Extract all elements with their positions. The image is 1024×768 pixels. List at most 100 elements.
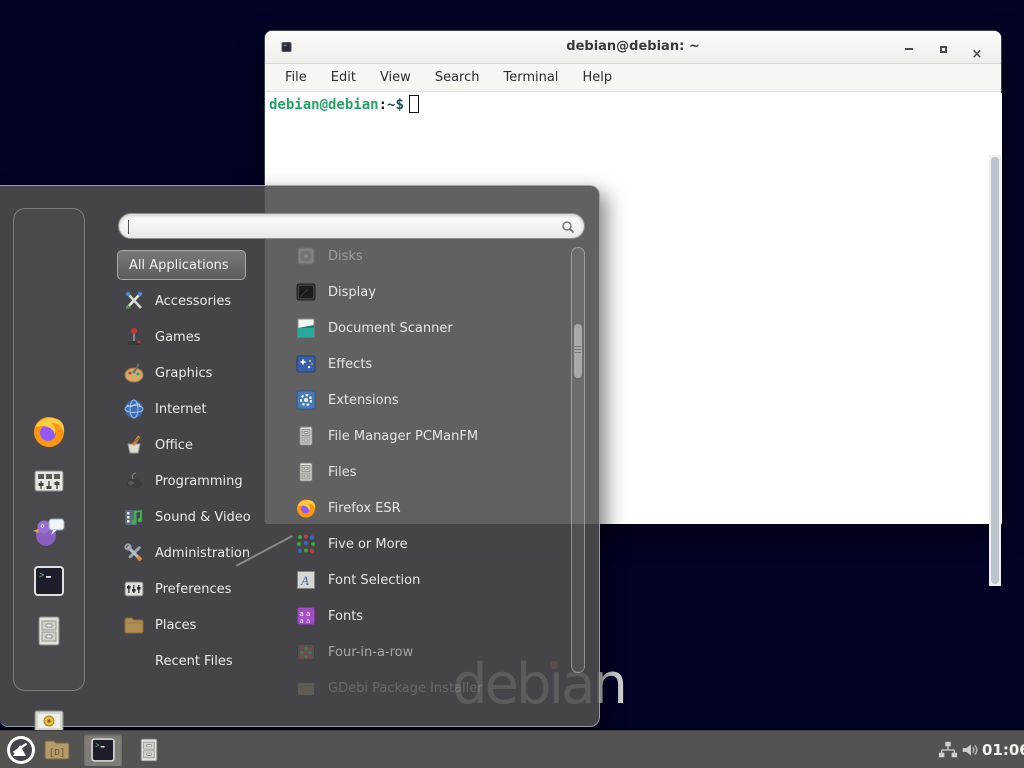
- effects-icon: [295, 353, 317, 375]
- app-files[interactable]: Files: [290, 454, 562, 490]
- desktop-folder-launcher[interactable]: [D]: [40, 734, 74, 766]
- favorite-pidgin-button[interactable]: [18, 509, 80, 553]
- pidgin-icon: [31, 513, 67, 549]
- menu-logo-icon: [6, 735, 36, 765]
- menu-edit[interactable]: Edit: [321, 67, 366, 88]
- app-gdebi-package-installer[interactable]: GDebi Package Installer: [290, 670, 562, 706]
- maximize-button[interactable]: [933, 43, 953, 57]
- application-list: Disks Display Document Scanner Effects E…: [290, 238, 562, 706]
- svg-text:A: A: [300, 573, 309, 588]
- taskbar-file-manager[interactable]: [132, 734, 166, 766]
- category-programming[interactable]: Programming: [117, 463, 289, 499]
- app-four-in-a-row[interactable]: Four-in-a-row: [290, 634, 562, 670]
- font-selection-icon: A: [295, 569, 317, 591]
- app-font-selection[interactable]: A Font Selection: [290, 562, 562, 598]
- taskbar-terminal-active[interactable]: >: [84, 734, 122, 766]
- firefox-icon: [295, 497, 317, 519]
- sound-video-icon: [123, 506, 145, 528]
- app-firefox-esr[interactable]: Firefox ESR: [290, 490, 562, 526]
- category-office[interactable]: Office: [117, 427, 289, 463]
- svg-text:[D]: [D]: [49, 748, 65, 758]
- prompt-colon: :: [379, 97, 387, 113]
- games-icon: [123, 326, 145, 348]
- extensions-gear-icon: [295, 389, 317, 411]
- category-internet[interactable]: Internet: [117, 391, 289, 427]
- app-document-scanner[interactable]: Document Scanner: [290, 310, 562, 346]
- all-applications-button[interactable]: All Applications: [117, 250, 246, 280]
- category-sound-video[interactable]: Sound & Video: [117, 499, 289, 535]
- search-caret: [128, 220, 129, 234]
- svg-text:a a: a a: [300, 617, 311, 625]
- category-graphics[interactable]: Graphics: [117, 355, 289, 391]
- desktop-folder-icon: [D]: [42, 735, 72, 765]
- office-icon: [123, 434, 145, 456]
- app-effects[interactable]: Effects: [290, 346, 562, 382]
- control-center-icon: [31, 463, 67, 499]
- favorite-control-center-button[interactable]: [18, 459, 80, 503]
- volume-icon: [960, 740, 980, 760]
- app-file-manager-pcmanfm[interactable]: File Manager PCManFM: [290, 418, 562, 454]
- terminal-icon: >: [89, 736, 117, 764]
- favorite-firefox-button[interactable]: [18, 409, 80, 453]
- close-button[interactable]: ×: [967, 43, 987, 57]
- menu-file[interactable]: File: [275, 67, 317, 88]
- app-five-or-more[interactable]: Five or More: [290, 526, 562, 562]
- places-folder-icon: [123, 614, 145, 636]
- menu-search[interactable]: Search: [425, 67, 490, 88]
- internet-globe-icon: [123, 398, 145, 420]
- menu-button[interactable]: [4, 734, 38, 766]
- menu-scrollbar[interactable]: [571, 247, 585, 673]
- category-places[interactable]: Places: [117, 607, 289, 643]
- svg-text:>: >: [95, 743, 99, 751]
- volume-control[interactable]: [958, 734, 982, 766]
- display-icon: [295, 281, 317, 303]
- category-administration[interactable]: Administration: [117, 535, 289, 571]
- all-applications-label: All Applications: [129, 258, 229, 273]
- terminal-icon: >: [31, 563, 67, 599]
- four-in-a-row-icon: [295, 641, 317, 663]
- search-input[interactable]: [129, 216, 549, 236]
- firefox-icon: [31, 413, 67, 449]
- administration-tools-icon: [123, 542, 145, 564]
- app-disks[interactable]: Disks: [290, 238, 562, 274]
- category-games[interactable]: Games: [117, 319, 289, 355]
- menu-terminal[interactable]: Terminal: [493, 67, 568, 88]
- app-extensions[interactable]: Extensions: [290, 382, 562, 418]
- terminal-scrollbar[interactable]: [989, 155, 1001, 586]
- category-accessories[interactable]: Accessories: [117, 283, 289, 319]
- network-icon: [938, 740, 958, 760]
- menu-search-box: [118, 213, 585, 239]
- category-recent-files[interactable]: Recent Files: [117, 643, 289, 679]
- menu-scrollbar-thumb[interactable]: [574, 324, 582, 378]
- document-scanner-icon: [295, 317, 317, 339]
- minimize-button[interactable]: [899, 43, 919, 57]
- programming-icon: [123, 470, 145, 492]
- menu-help[interactable]: Help: [572, 67, 622, 88]
- menu-view[interactable]: View: [370, 67, 421, 88]
- file-cabinet-icon: [295, 425, 317, 447]
- file-cabinet-icon: [295, 461, 317, 483]
- favorite-terminal-button[interactable]: >: [18, 559, 80, 603]
- fonts-icon: a aa a: [295, 605, 317, 627]
- taskbar: [D] > 01:06: [0, 730, 1024, 768]
- search-icon: [560, 219, 576, 235]
- network-status[interactable]: [936, 734, 960, 766]
- disks-icon: [295, 245, 317, 267]
- category-preferences[interactable]: Preferences: [117, 571, 289, 607]
- favorite-file-manager-button[interactable]: [18, 609, 80, 653]
- accessories-icon: [123, 290, 145, 312]
- application-menu: > All Applications Accessories Games Gra…: [0, 185, 600, 727]
- graphics-icon: [123, 362, 145, 384]
- app-display[interactable]: Display: [290, 274, 562, 310]
- terminal-cursor: [409, 95, 419, 113]
- five-or-more-icon: [295, 533, 317, 555]
- terminal-titlebar[interactable]: debian@debian: ~ ×: [265, 31, 1001, 64]
- prompt-path: ~$: [387, 97, 404, 113]
- clock[interactable]: 01:06: [982, 741, 1024, 759]
- terminal-scrollbar-thumb[interactable]: [991, 157, 999, 584]
- file-cabinet-icon: [135, 736, 163, 764]
- window-title: debian@debian: ~: [265, 39, 1001, 54]
- app-fonts[interactable]: a aa a Fonts: [290, 598, 562, 634]
- terminal-menubar: File Edit View Search Terminal Help: [265, 64, 1001, 92]
- gdebi-icon: [295, 677, 317, 699]
